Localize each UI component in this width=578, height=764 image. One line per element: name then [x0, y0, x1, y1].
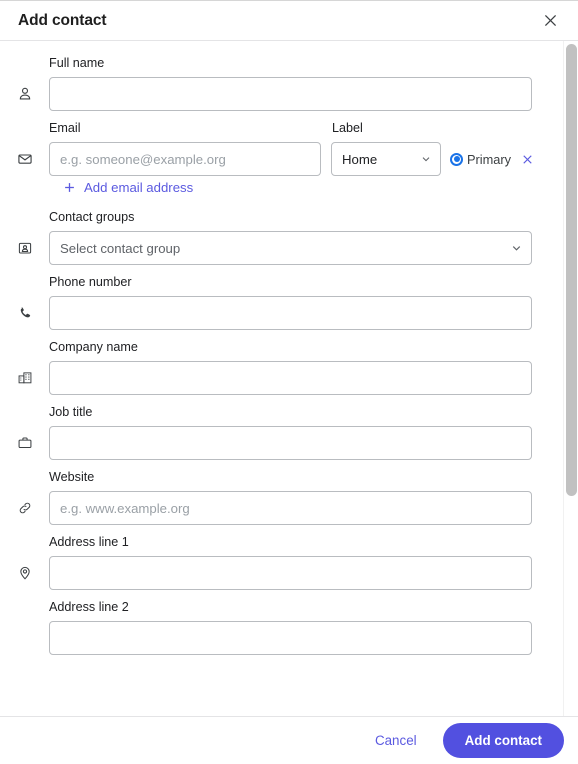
field-website: Website: [0, 469, 532, 525]
remove-email-icon[interactable]: [520, 152, 535, 167]
job-title-input[interactable]: [49, 426, 532, 460]
contact-groups-label: Contact groups: [49, 210, 135, 224]
phone-number-input[interactable]: [49, 296, 532, 330]
field-email: Email Label Home: [0, 120, 532, 176]
website-input[interactable]: [49, 491, 532, 525]
add-email-address-label: Add email address: [84, 180, 194, 195]
field-job-title: Job title: [0, 404, 532, 460]
field-company-name: Company name: [0, 339, 532, 395]
contact-group-icon: [0, 240, 49, 256]
email-label-field-label: Label: [332, 121, 363, 135]
field-address-line-2: Address line 2: [0, 599, 532, 655]
address-line-2-input[interactable]: [49, 621, 532, 655]
email-input[interactable]: [49, 142, 321, 176]
scrollbar-track[interactable]: [563, 41, 578, 716]
phone-icon: [0, 305, 49, 321]
plus-icon: [63, 181, 76, 194]
job-title-label: Job title: [49, 405, 93, 419]
page-title: Add contact: [18, 11, 107, 29]
person-icon: [0, 86, 49, 102]
primary-email-radio-group[interactable]: Primary: [450, 152, 511, 167]
envelope-icon: [0, 151, 49, 167]
contact-group-select-wrap: Select contact group: [49, 231, 532, 265]
field-contact-groups: Contact groups Select contact group: [0, 209, 532, 265]
address-line-2-label: Address line 2: [49, 600, 129, 614]
field-full-name: Full name: [0, 55, 532, 111]
website-label: Website: [49, 470, 95, 484]
scrollbar-thumb[interactable]: [566, 44, 577, 496]
email-label: Email: [49, 121, 81, 135]
email-label-select[interactable]: Home: [331, 142, 441, 176]
location-pin-icon: [0, 565, 49, 581]
building-icon: [0, 370, 49, 386]
link-icon: [0, 500, 49, 516]
add-contact-button[interactable]: Add contact: [442, 723, 564, 758]
address-line-1-input[interactable]: [49, 556, 532, 590]
field-address-line-1: Address line 1: [0, 534, 532, 590]
dialog-footer: Cancel Add contact: [0, 716, 578, 764]
add-email-address-button[interactable]: Add email address: [63, 180, 193, 195]
primary-label: Primary: [467, 151, 512, 167]
briefcase-icon: [0, 435, 49, 451]
phone-number-label: Phone number: [49, 275, 132, 289]
contact-group-select[interactable]: Select contact group: [49, 231, 532, 265]
full-name-label: Full name: [49, 56, 105, 70]
close-icon[interactable]: [536, 7, 564, 35]
company-name-input[interactable]: [49, 361, 532, 395]
full-name-input[interactable]: [49, 77, 532, 111]
primary-radio[interactable]: [450, 152, 463, 166]
dialog-body: Full name Email Label e.g. someone@examp…: [0, 41, 578, 716]
address-line-1-label: Address line 1: [49, 535, 129, 549]
cancel-button[interactable]: Cancel: [363, 725, 429, 756]
dialog-header: Add contact: [0, 1, 578, 41]
add-contact-dialog: Add contact Full name Email Label e.g. s…: [0, 0, 578, 764]
email-label-select-wrap: Home: [331, 142, 441, 176]
company-name-label: Company name: [49, 340, 138, 354]
field-phone-number: Phone number: [0, 274, 532, 330]
